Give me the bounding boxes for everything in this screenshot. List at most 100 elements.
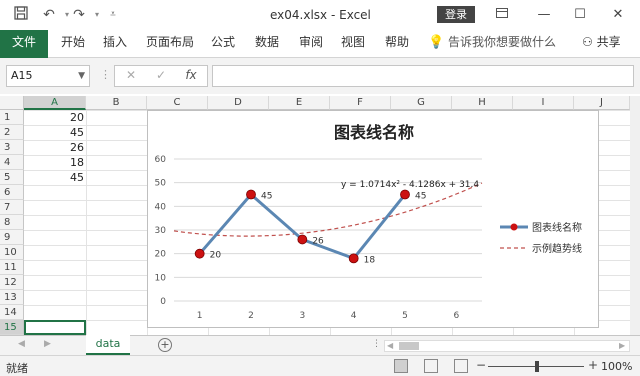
customize-toolbar-icon[interactable]: ⩡ bbox=[104, 6, 122, 24]
minimize-button[interactable]: — bbox=[530, 4, 558, 26]
row-header-4[interactable]: 4 bbox=[0, 155, 24, 170]
col-header-e[interactable]: E bbox=[269, 96, 330, 110]
series-line bbox=[198, 192, 407, 261]
data-label: 45 bbox=[261, 192, 272, 202]
y-tick-label: 40 bbox=[155, 202, 167, 212]
insert-function-icon[interactable]: fx bbox=[181, 68, 201, 82]
tab-help[interactable]: 帮助 bbox=[380, 30, 414, 58]
scroll-thumb[interactable] bbox=[399, 342, 419, 350]
zoom-level[interactable]: 100% bbox=[601, 360, 632, 373]
row-header-3[interactable]: 3 bbox=[0, 140, 24, 155]
login-button[interactable]: 登录 bbox=[437, 6, 475, 23]
formula-bar: A15 ▼ ⋮ ✕ ✓ fx bbox=[0, 58, 640, 94]
ribbon-tabs: 文件 开始 插入 页面布局 公式 数据 审阅 视图 帮助 💡 告诉我你想要做什么… bbox=[0, 30, 640, 58]
col-header-b[interactable]: B bbox=[86, 96, 147, 110]
cancel-icon[interactable]: ✕ bbox=[121, 68, 141, 82]
cell-a4[interactable]: 18 bbox=[24, 155, 86, 170]
tab-splitter-icon[interactable]: ⋮ bbox=[372, 339, 381, 349]
formula-bar-splitter-icon[interactable]: ⋮ bbox=[100, 68, 111, 81]
normal-view-icon[interactable] bbox=[394, 359, 408, 373]
row-header-6[interactable]: 6 bbox=[0, 185, 24, 200]
row-header-10[interactable]: 10 bbox=[0, 245, 24, 260]
select-all-corner[interactable] bbox=[0, 96, 24, 110]
col-header-f[interactable]: F bbox=[330, 96, 391, 110]
selected-cell-a15[interactable] bbox=[24, 320, 86, 335]
col-header-a[interactable]: A bbox=[24, 96, 86, 110]
zoom-slider-thumb[interactable] bbox=[535, 361, 539, 372]
enter-icon[interactable]: ✓ bbox=[151, 68, 171, 82]
save-icon[interactable] bbox=[12, 6, 30, 24]
sheet-tab-data[interactable]: data bbox=[86, 335, 130, 355]
tab-formulas[interactable]: 公式 bbox=[206, 30, 240, 58]
close-button[interactable]: ✕ bbox=[604, 4, 632, 26]
sheet-tab-bar: ◀ ▶ data + ⋮ ◀ ▶ bbox=[0, 335, 640, 355]
data-point bbox=[246, 189, 256, 200]
cell-a5[interactable]: 45 bbox=[24, 170, 86, 185]
redo-icon[interactable]: ↷ bbox=[70, 6, 88, 24]
tab-review[interactable]: 审阅 bbox=[294, 30, 328, 58]
data-point bbox=[400, 189, 410, 200]
row-header-8[interactable]: 8 bbox=[0, 215, 24, 230]
page-layout-view-icon[interactable] bbox=[424, 359, 438, 373]
col-header-d[interactable]: D bbox=[208, 96, 269, 110]
tell-me-box[interactable]: 💡 告诉我你想要做什么 bbox=[428, 30, 556, 58]
scroll-right-icon[interactable]: ▶ bbox=[619, 341, 625, 350]
add-sheet-button[interactable]: + bbox=[158, 338, 172, 352]
maximize-button[interactable]: ☐ bbox=[566, 4, 594, 26]
x-tick-label: 2 bbox=[248, 311, 254, 321]
y-tick-label: 20 bbox=[155, 250, 167, 260]
name-box[interactable]: A15 ▼ bbox=[6, 65, 90, 87]
row-header-9[interactable]: 9 bbox=[0, 230, 24, 245]
data-label: 18 bbox=[364, 255, 376, 265]
tab-file[interactable]: 文件 bbox=[0, 30, 48, 58]
row-header-5[interactable]: 5 bbox=[0, 170, 24, 185]
zoom-in-icon[interactable]: + bbox=[588, 358, 598, 372]
x-tick-label: 1 bbox=[197, 311, 203, 321]
ribbon-display-options-icon[interactable] bbox=[488, 4, 516, 26]
col-header-j[interactable]: J bbox=[574, 96, 630, 110]
tab-insert[interactable]: 插入 bbox=[98, 30, 132, 58]
row-header-11[interactable]: 11 bbox=[0, 260, 24, 275]
cell-a3[interactable]: 26 bbox=[24, 140, 86, 155]
chart-area[interactable]: 图表线名称 0 10 20 30 40 50 60 1 2 3 4 5 6 20 45 26 18 45 y = 1… bbox=[147, 110, 599, 328]
formula-input[interactable] bbox=[212, 65, 634, 87]
cell-a1[interactable]: 20 bbox=[24, 110, 86, 125]
scroll-left-icon[interactable]: ◀ bbox=[387, 341, 393, 350]
name-box-value: A15 bbox=[11, 69, 33, 82]
y-tick-label: 10 bbox=[155, 273, 167, 283]
row-header-1[interactable]: 1 bbox=[0, 110, 24, 125]
row-header-12[interactable]: 12 bbox=[0, 275, 24, 290]
x-tick-label: 4 bbox=[351, 311, 357, 321]
status-ready: 就绪 bbox=[6, 362, 28, 375]
col-header-h[interactable]: H bbox=[452, 96, 513, 110]
vertical-scrollbar[interactable] bbox=[630, 96, 640, 335]
tab-view[interactable]: 视图 bbox=[336, 30, 370, 58]
row-header-7[interactable]: 7 bbox=[0, 200, 24, 215]
tab-data[interactable]: 数据 bbox=[250, 30, 284, 58]
row-header-15[interactable]: 15 bbox=[0, 320, 24, 335]
undo-icon[interactable]: ↶ bbox=[40, 6, 58, 24]
line-chart: 01020304050601 2 3 4 5 62045261845y = 1.0714x… bbox=[155, 155, 582, 321]
cell-a2[interactable]: 45 bbox=[24, 125, 86, 140]
row-header-2[interactable]: 2 bbox=[0, 125, 24, 140]
tab-page-layout[interactable]: 页面布局 bbox=[142, 30, 198, 58]
data-point bbox=[194, 248, 205, 259]
share-button[interactable]: ⚇ 共享 bbox=[582, 30, 621, 58]
y-tick-label: 30 bbox=[155, 226, 167, 236]
row-header-14[interactable]: 14 bbox=[0, 305, 24, 320]
prev-sheet-icon[interactable]: ◀ bbox=[18, 339, 25, 349]
row-header-13[interactable]: 13 bbox=[0, 290, 24, 305]
zoom-out-icon[interactable]: − bbox=[476, 358, 486, 372]
data-point bbox=[348, 253, 359, 264]
next-sheet-icon[interactable]: ▶ bbox=[44, 339, 51, 349]
window-title: ex04.xlsx - Excel bbox=[270, 8, 371, 22]
horizontal-scrollbar[interactable]: ◀ ▶ bbox=[384, 340, 630, 352]
col-header-i[interactable]: I bbox=[513, 96, 574, 110]
data-point bbox=[297, 234, 308, 245]
page-break-view-icon[interactable] bbox=[454, 359, 468, 373]
legend-series-marker bbox=[510, 223, 518, 231]
col-header-c[interactable]: C bbox=[147, 96, 208, 110]
x-tick-label: 5 bbox=[402, 311, 408, 321]
tab-home[interactable]: 开始 bbox=[56, 30, 90, 58]
col-header-g[interactable]: G bbox=[391, 96, 452, 110]
